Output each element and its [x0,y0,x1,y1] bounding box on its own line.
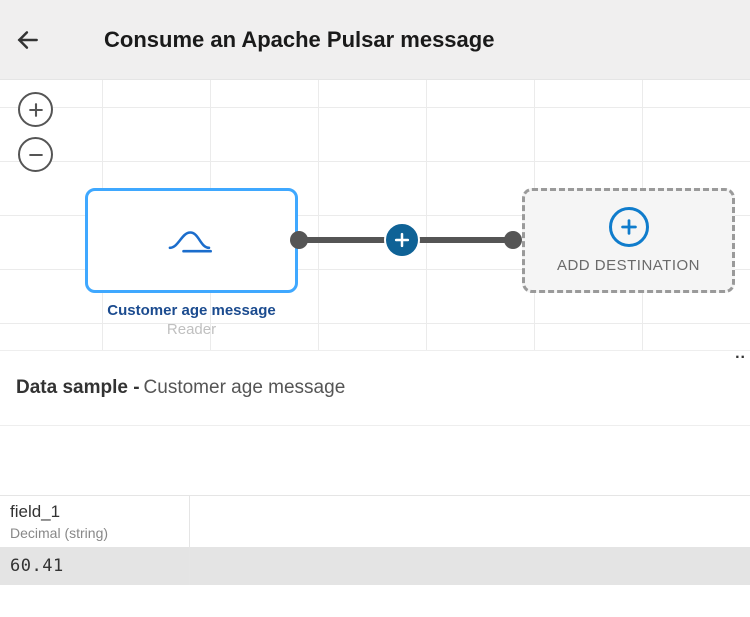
zoom-controls [18,92,53,172]
pipeline-canvas[interactable]: Customer age message Reader ADD DESTINAT… [0,80,750,350]
table-row: 60.41 [0,547,750,585]
data-sample-source-name: Customer age message [144,377,346,399]
add-destination-node[interactable]: ADD DESTINATION [522,188,735,293]
edge-endpoint-left[interactable] [290,231,308,249]
minus-icon [26,145,46,165]
edge-endpoint-right[interactable] [504,231,522,249]
plus-icon [26,100,46,120]
data-sample-header: .. Data sample - Customer age message [0,350,750,425]
spacer [0,425,750,495]
add-destination-label: ADD DESTINATION [557,257,700,274]
source-node-label: Customer age message Reader [85,302,298,338]
back-button[interactable] [0,0,56,80]
page-title: Consume an Apache Pulsar message [104,27,494,53]
column-header[interactable]: field_1 Decimal (string) [0,496,190,547]
app-header: Consume an Apache Pulsar message [0,0,750,80]
zoom-in-button[interactable] [18,92,53,127]
add-processor-button[interactable] [384,222,420,258]
source-node[interactable] [85,188,298,293]
table-header-row: field_1 Decimal (string) [0,496,750,547]
source-node-name: Customer age message [85,302,298,319]
column-type: Decimal (string) [10,525,179,541]
plus-icon [392,230,412,250]
plus-circle-icon [609,207,649,247]
data-sample-prefix: Data sample - [16,377,140,399]
column-name: field_1 [10,502,179,522]
data-sample-table: field_1 Decimal (string) 60.41 [0,495,750,585]
zoom-out-button[interactable] [18,137,53,172]
table-cell[interactable]: 60.41 [0,547,190,585]
arrow-left-icon [15,27,41,53]
source-icon [166,224,218,258]
overflow-indicator: .. [735,345,746,363]
source-node-type: Reader [85,321,298,338]
